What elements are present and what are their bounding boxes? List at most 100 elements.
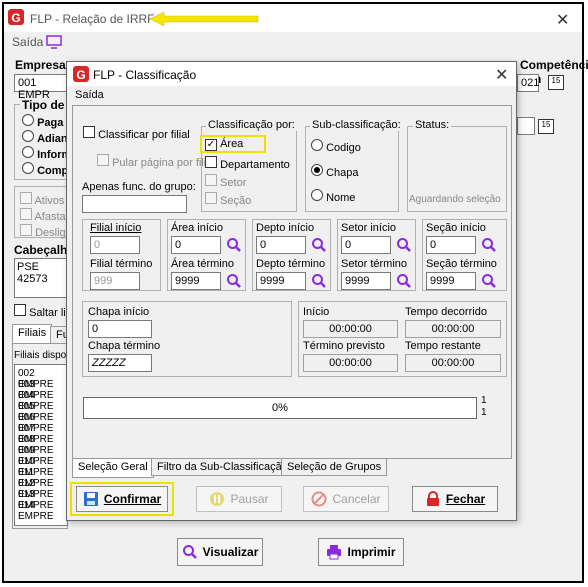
tipo-option[interactable]: Paga: [22, 114, 63, 129]
pausar-button[interactable]: Pausar: [196, 486, 282, 512]
classificacao-option-secao[interactable]: Seção: [205, 192, 251, 207]
pular-pagina-label: Pular página por filial: [112, 157, 215, 169]
apenas-field[interactable]: [82, 195, 187, 213]
search-icon[interactable]: [226, 273, 242, 289]
fechar-button[interactable]: Fechar: [412, 486, 498, 512]
progress-text: 0%: [272, 402, 288, 414]
status-value: Aguardando seleção: [409, 194, 501, 205]
subclass-option-codigo[interactable]: Codigo: [311, 139, 361, 154]
subclass-label: Sub-classificação:: [310, 119, 403, 131]
list-item[interactable]: 002 EMPRE: [15, 368, 67, 390]
main-title: FLP - Relação de IRRF: [30, 12, 155, 26]
area-inicio-label: Área início: [171, 222, 223, 234]
search-icon[interactable]: [311, 273, 327, 289]
competencia-field[interactable]: 021: [517, 74, 539, 92]
svg-text:G: G: [76, 68, 85, 82]
app-logo-icon: G: [8, 9, 24, 25]
subclass-option-label: Nome: [326, 192, 356, 204]
depto-termino-field[interactable]: 9999: [256, 272, 306, 290]
classificacao-option-area[interactable]: ✓ Área: [205, 138, 243, 151]
filial-inicio-field[interactable]: 0: [90, 236, 140, 254]
tab-filtro-subclassificacao[interactable]: Filtro da Sub-Classificação: [151, 459, 294, 476]
tipo-option-label: Comp: [37, 165, 69, 177]
status-option[interactable]: Afastad: [20, 208, 72, 223]
secao-termino-label: Seção término: [426, 258, 497, 270]
classificacao-option-departamento[interactable]: Departamento: [205, 156, 290, 171]
status-option[interactable]: Desliga: [20, 224, 72, 239]
classificacao-label: Classificação por:: [206, 119, 297, 131]
calendar-icon-2[interactable]: 15: [538, 119, 554, 134]
empresa-label: Empresa: [15, 58, 66, 72]
chapa-inicio-label: Chapa início: [88, 306, 150, 318]
tab-filiais[interactable]: Filiais: [12, 324, 53, 343]
cabecalho-field[interactable]: PSE 42573: [14, 258, 70, 298]
search-icon[interactable]: [481, 273, 497, 289]
search-icon[interactable]: [396, 237, 412, 253]
main-close-icon[interactable]: ✕: [556, 10, 569, 30]
pause-icon: [210, 492, 225, 506]
status-option[interactable]: Ativos: [20, 192, 64, 207]
empresa-field[interactable]: 001 EMPR: [14, 74, 74, 101]
progress-count-top: 1: [481, 395, 487, 406]
area-inicio-field[interactable]: 0: [171, 236, 221, 254]
filiais-list[interactable]: 002 EMPRE 003 EMPRE 004 EMPRE 005 EMPRE …: [14, 364, 68, 526]
tipo-option[interactable]: Comp: [22, 162, 68, 177]
search-icon[interactable]: [396, 273, 412, 289]
search-icon[interactable]: [481, 237, 497, 253]
arrow-icon: [150, 11, 259, 27]
fechar-label: Fechar: [445, 492, 486, 506]
tipo-option-label: Adian: [37, 133, 68, 145]
chapa-termino-field[interactable]: ZZZZZ: [88, 354, 152, 372]
secao-termino-field[interactable]: 9999: [426, 272, 476, 290]
lock-icon: [426, 491, 439, 506]
tipo-option[interactable]: Inform: [22, 146, 71, 161]
inicio-value: 00:00:00: [303, 320, 398, 338]
progress-bar: 0%: [83, 397, 477, 419]
visualizar-label: Visualizar: [202, 545, 259, 559]
search-icon[interactable]: [311, 237, 327, 253]
monitor-icon[interactable]: [46, 35, 62, 49]
area-termino-field[interactable]: 9999: [171, 272, 221, 290]
filial-termino-field[interactable]: 999: [90, 272, 140, 290]
date-field-2[interactable]: [517, 117, 535, 135]
imprimir-button[interactable]: Imprimir: [318, 538, 404, 566]
saltar-checkbox[interactable]: Saltar lin: [14, 304, 72, 319]
apenas-label: Apenas func. do grupo:: [82, 181, 196, 193]
classificar-filial-checkbox[interactable]: Classificar por filial: [83, 126, 190, 141]
app-logo-icon: G: [73, 66, 89, 82]
decorrido-value: 00:00:00: [405, 320, 501, 338]
chapa-inicio-field[interactable]: 0: [88, 320, 152, 338]
main-menu-saida[interactable]: Saída: [12, 35, 43, 49]
visualizar-button[interactable]: Visualizar: [177, 538, 263, 566]
subclass-option-chapa[interactable]: Chapa: [311, 164, 358, 179]
setor-inicio-field[interactable]: 0: [341, 236, 391, 254]
classificacao-dialog: G FLP - Classificação ✕ Saída Classifica…: [66, 61, 517, 521]
subclass-option-nome[interactable]: Nome: [311, 189, 355, 204]
tab-selecao-grupos[interactable]: Seleção de Grupos: [281, 459, 388, 476]
filiais-label: Filiais dispon: [14, 350, 72, 361]
search-icon[interactable]: [226, 237, 242, 253]
classificacao-option-label: Departamento: [220, 159, 290, 171]
secao-inicio-field[interactable]: 0: [426, 236, 476, 254]
filial-termino-label: Filial término: [90, 258, 153, 270]
tab-selecao-geral[interactable]: Seleção Geral: [72, 459, 154, 478]
classificacao-option-label: Seção: [220, 195, 252, 207]
confirmar-button[interactable]: Confirmar: [76, 486, 168, 512]
decorrido-label: Tempo decorrido: [405, 306, 487, 318]
cancelar-button[interactable]: Cancelar: [303, 486, 389, 512]
dialog-close-icon[interactable]: ✕: [495, 65, 508, 85]
tipo-option-label: Paga: [37, 117, 64, 129]
calendar-icon[interactable]: 15: [548, 75, 564, 90]
tipo-option[interactable]: Adian: [22, 130, 68, 145]
dialog-menu-saida[interactable]: Saída: [75, 89, 104, 101]
chapa-termino-label: Chapa término: [88, 340, 161, 352]
pular-pagina-checkbox[interactable]: Pular página por filial: [97, 154, 215, 169]
classificacao-option-label: Área: [220, 138, 244, 150]
progress-count-bottom: 1: [481, 407, 487, 418]
status-option-label: Ativos: [34, 195, 65, 207]
classificar-filial-label: Classificar por filial: [98, 129, 190, 141]
classificacao-option-setor[interactable]: Setor: [205, 174, 246, 189]
search-icon: [182, 545, 197, 559]
setor-termino-field[interactable]: 9999: [341, 272, 391, 290]
depto-inicio-field[interactable]: 0: [256, 236, 306, 254]
